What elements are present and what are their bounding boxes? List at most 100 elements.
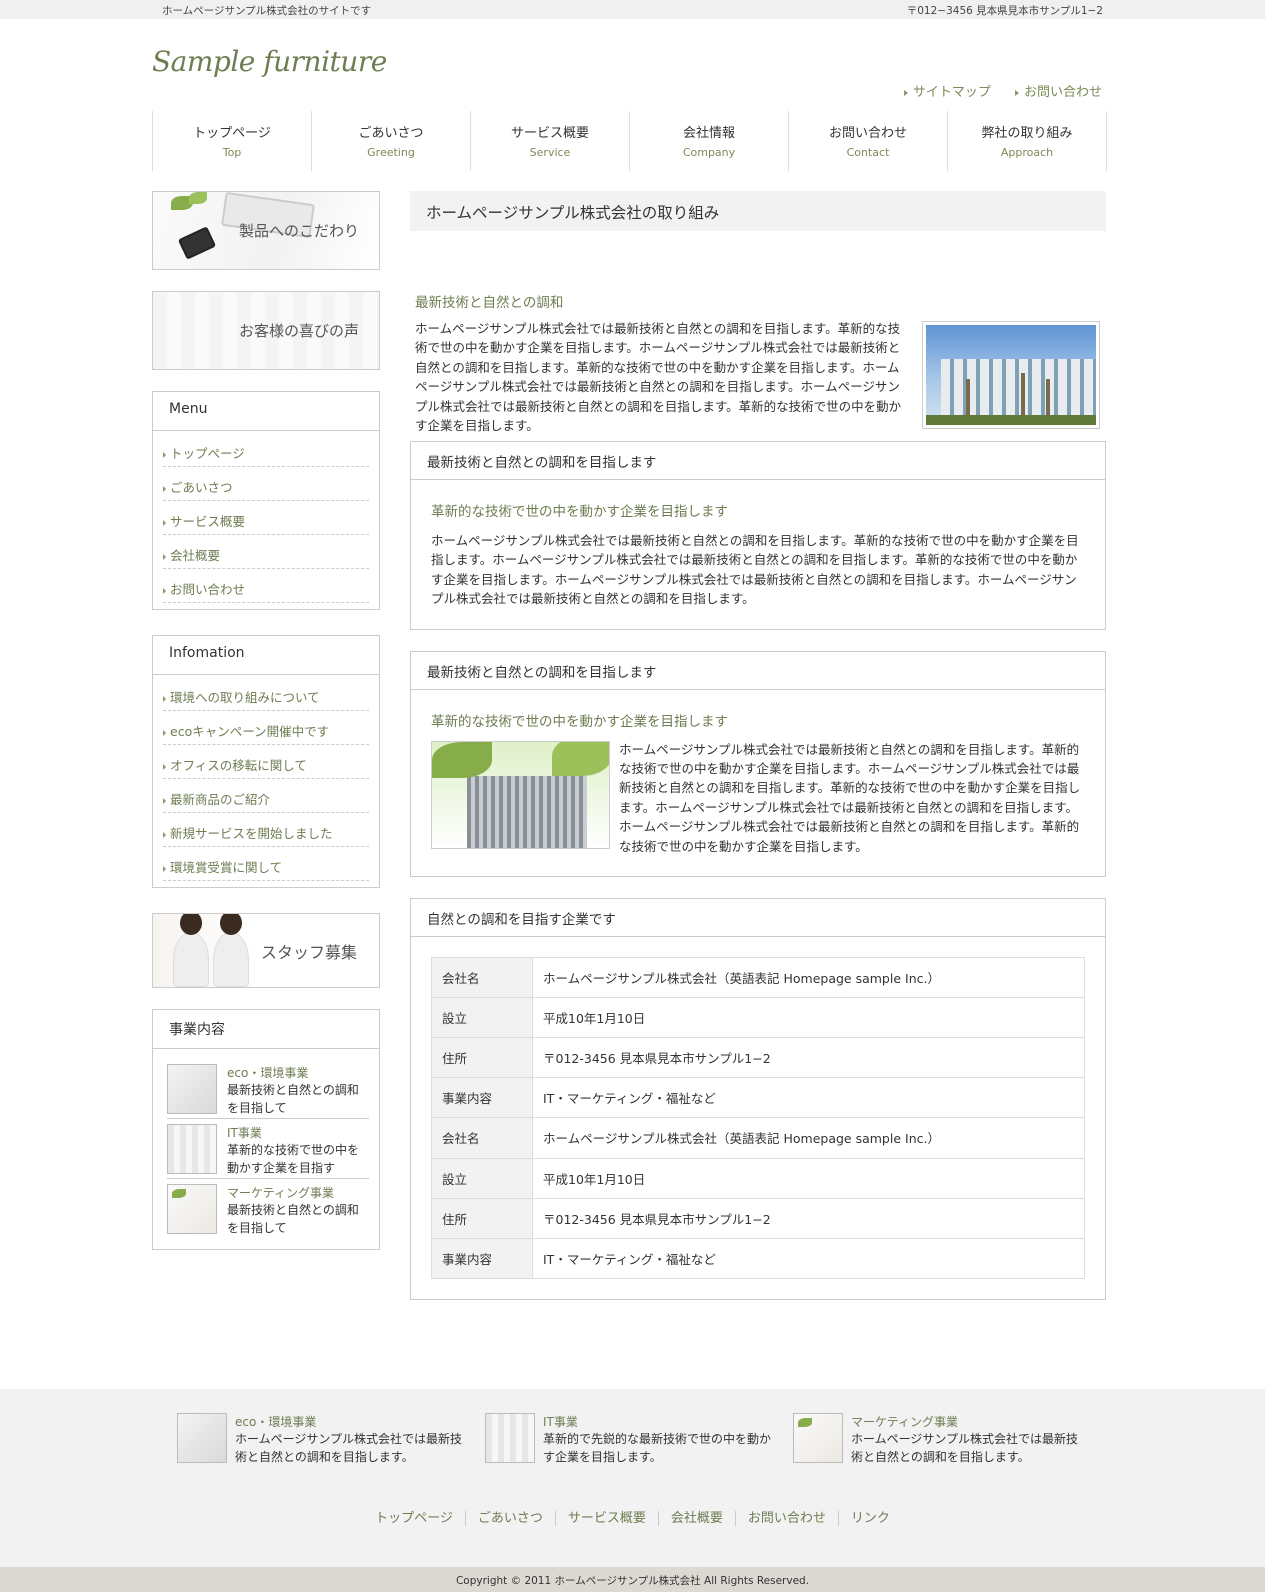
header-links: サイトマップ お問い合わせ — [894, 81, 1102, 100]
staff-image — [213, 914, 249, 987]
table-row: 設立 平成10年1月10日 — [431, 996, 1085, 1039]
banner-label: スタッフ募集 — [260, 943, 357, 962]
header-address: 〒012−3456 見本県見本市サンプル1−2 — [906, 5, 1103, 17]
footer-nav: トップページ ごあいさつ サービス概要 会社概要 お問い合わせ リンク — [0, 1507, 1265, 1526]
info-item[interactable]: ecoキャンペーン開催中です — [163, 711, 369, 745]
it-thumbnail — [167, 1124, 217, 1174]
arrow-icon — [163, 763, 166, 770]
site-tagline: ホームページサンプル株式会社のサイトです — [162, 5, 372, 17]
sidebar: 製品へのこだわり お客様の喜びの声 Menu トップページ ごあいさつ サービス… — [152, 191, 380, 1275]
nav-approach[interactable]: 弊社の取り組み Approach — [948, 111, 1107, 171]
table-row: 事業内容 IT・マーケティング・福祉など — [431, 1237, 1085, 1280]
leaf-decoration — [798, 1418, 812, 1427]
arrow-icon — [163, 831, 166, 838]
company-info-box: 自然との調和を目指す企業です 会社名 ホームページサンプル株式会社（英語表記 Ho… — [410, 897, 1106, 1301]
leaf-decoration — [172, 1189, 186, 1198]
contact-link[interactable]: お問い合わせ — [1005, 85, 1102, 100]
it-thumbnail — [485, 1413, 535, 1463]
table-row: 設立 平成10年1月10日 — [431, 1157, 1085, 1199]
box-text: ホームページサンプル株式会社では最新技術と自然との調和を目指します。革新的な技術… — [619, 741, 1081, 854]
intro-section: 最新技術と自然との調和 ホームページサンプル株式会社では最新技術と自然との調和を… — [410, 231, 1106, 441]
menu-item[interactable]: トップページ — [163, 433, 369, 467]
arrow-icon — [163, 485, 166, 492]
arrow-icon — [1014, 89, 1019, 96]
banner-voices[interactable]: お客様の喜びの声 — [152, 291, 380, 370]
business-item[interactable]: マーケティング事業 最新技術と自然との調和を目指して — [167, 1179, 369, 1239]
company-table: 会社名 ホームページサンプル株式会社（英語表記 Homepage sample I… — [431, 956, 1085, 1280]
eco-thumbnail — [177, 1413, 227, 1463]
footer-item[interactable]: マーケティング事業 ホームページサンプル株式会社では最新技術と自然との調和を目指し… — [793, 1413, 1083, 1466]
menu-box: Menu トップページ ごあいさつ サービス概要 会社概要 お問い合わせ — [152, 391, 380, 610]
banner-label: お客様の喜びの声 — [238, 322, 359, 340]
info-box: Infomation 環境への取り組みについて ecoキャンペーン開催中です オ… — [152, 635, 380, 888]
menu-item[interactable]: サービス概要 — [163, 501, 369, 535]
business-box: 事業内容 eco・環境事業 最新技術と自然との調和を目指して IT事業 革新的な技術… — [152, 1009, 380, 1250]
footer-link[interactable]: ごあいさつ — [464, 1511, 555, 1526]
sitemap-link[interactable]: サイトマップ — [894, 85, 991, 100]
footer-link[interactable]: トップページ — [363, 1511, 465, 1526]
box-heading: 革新的な技術で世の中を動かす企業を目指します — [431, 713, 728, 730]
arrow-icon — [163, 797, 166, 804]
intro-heading: 最新技術と自然との調和 — [415, 295, 564, 311]
arrow-icon — [163, 553, 166, 560]
building-image — [922, 321, 1100, 429]
info-item[interactable]: 最新商品のご紹介 — [163, 779, 369, 813]
leaf-building-image — [431, 740, 610, 849]
business-item[interactable]: eco・環境事業 最新技術と自然との調和を目指して — [167, 1059, 369, 1119]
menu-title: Menu — [153, 392, 379, 431]
info-item[interactable]: オフィスの移転に関して — [163, 745, 369, 779]
info-item[interactable]: 環境賞受賞に関して — [163, 847, 369, 881]
intro-text: ホームページサンプル株式会社では最新技術と自然との調和を目指します。革新的な技術… — [415, 321, 902, 434]
nav-contact[interactable]: お問い合わせ Contact — [789, 111, 948, 171]
business-item[interactable]: IT事業 革新的な技術で世の中を動かす企業を目指す — [167, 1119, 369, 1179]
business-title: 事業内容 — [153, 1010, 379, 1049]
phone-image — [177, 226, 217, 260]
footer-link[interactable]: サービス概要 — [554, 1511, 658, 1526]
content-box-1: 最新技術と自然との調和を目指します 革新的な技術で世の中を動かす企業を目指します… — [410, 441, 1106, 630]
table-row: 住所 〒012-3456 見本県見本市サンプル1−2 — [431, 1197, 1085, 1239]
banner-recruit[interactable]: スタッフ募集 — [152, 913, 380, 988]
info-item[interactable]: 環境への取り組みについて — [163, 677, 369, 711]
footer-link[interactable]: 会社概要 — [657, 1511, 735, 1526]
table-row: 事業内容 IT・マーケティング・福祉など — [431, 1077, 1085, 1119]
table-row: 会社名 ホームページサンプル株式会社（英語表記 Homepage sample I… — [431, 956, 1085, 998]
main-content: ホームページサンプル株式会社の取り組み 最新技術と自然との調和 ホームページサン… — [410, 191, 1106, 1321]
marketing-thumbnail — [793, 1413, 843, 1463]
content-box-2: 最新技術と自然との調和を目指します 革新的な技術で世の中を動かす企業を目指します… — [410, 650, 1106, 877]
box-text: ホームページサンプル株式会社では最新技術と自然との調和を目指します。革新的な技術… — [431, 533, 1079, 607]
banner-products[interactable]: 製品へのこだわり — [152, 191, 380, 270]
arrow-icon — [163, 451, 166, 458]
box-header: 最新技術と自然との調和を目指します — [411, 442, 1105, 480]
eco-thumbnail — [167, 1064, 217, 1114]
nav-service[interactable]: サービス概要 Service — [471, 111, 630, 171]
arrow-icon — [163, 729, 166, 736]
arrow-icon — [163, 519, 166, 526]
arrow-icon — [903, 89, 908, 96]
top-bar: ホームページサンプル株式会社のサイトです 〒012−3456 見本県見本市サンプ… — [0, 0, 1265, 19]
menu-item[interactable]: お問い合わせ — [163, 569, 369, 603]
table-row: 住所 〒012-3456 見本県見本市サンプル1−2 — [431, 1036, 1085, 1079]
arrow-icon — [163, 587, 166, 594]
menu-item[interactable]: ごあいさつ — [163, 467, 369, 501]
info-item[interactable]: 新規サービスを開始しました — [163, 813, 369, 847]
arrow-icon — [163, 695, 166, 702]
box-header: 自然との調和を目指す企業です — [411, 899, 1105, 937]
staff-image — [173, 914, 209, 987]
nav-greeting[interactable]: ごあいさつ Greeting — [312, 111, 471, 171]
table-row: 会社名 ホームページサンプル株式会社（英語表記 Homepage sample I… — [431, 1117, 1085, 1159]
site-logo[interactable]: Sample furniture — [152, 45, 387, 78]
box-header: 最新技術と自然との調和を目指します — [411, 652, 1105, 690]
copyright: Copyright © 2011 ホームページサンプル株式会社 All Righ… — [0, 1567, 1265, 1592]
header: Sample furniture サイトマップ お問い合わせ — [152, 19, 1107, 111]
nav-top[interactable]: トップページ Top — [153, 111, 312, 171]
footer-item[interactable]: eco・環境事業 ホームページサンプル株式会社では最新技術と自然との調和を目指しま… — [177, 1413, 467, 1466]
footer-link[interactable]: リンク — [837, 1511, 902, 1526]
footer-link[interactable]: お問い合わせ — [734, 1511, 838, 1526]
menu-item[interactable]: 会社概要 — [163, 535, 369, 569]
page-title: ホームページサンプル株式会社の取り組み — [410, 191, 1106, 231]
info-title: Infomation — [153, 636, 379, 675]
arrow-icon — [163, 865, 166, 872]
leaf-decoration — [189, 192, 207, 204]
footer-item[interactable]: IT事業 革新的で先鋭的な最新技術で世の中を動かす企業を目指します。 — [485, 1413, 775, 1466]
nav-company[interactable]: 会社情報 Company — [630, 111, 789, 171]
